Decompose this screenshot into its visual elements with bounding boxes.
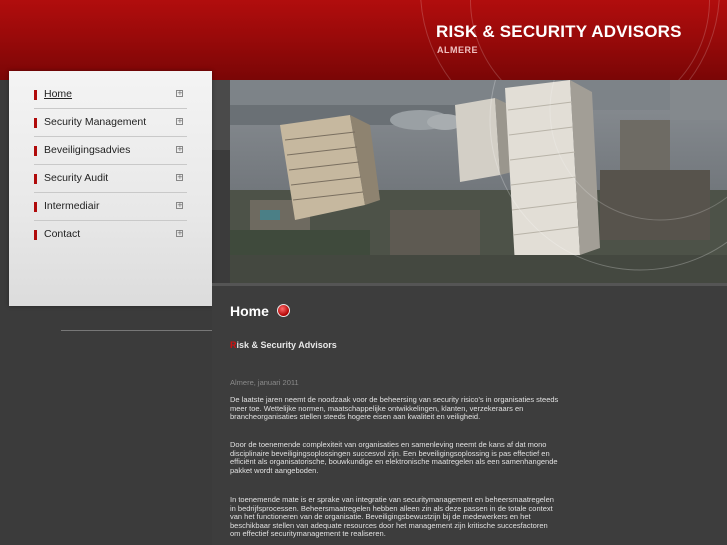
nav-item-label[interactable]: Security Management (44, 116, 146, 128)
site-subtitle: ALMERE (437, 45, 478, 55)
subtitle-rest: isk & Security Advisors (236, 340, 337, 350)
main-navigation: Home + Security Management + Beveiliging… (9, 71, 212, 306)
paragraph-complexity: Door de toenemende complexiteit van orga… (230, 440, 558, 475)
publish-date: Almere, januari 2011 (230, 378, 299, 387)
left-divider (61, 330, 212, 331)
nav-item-beveiligingsadvies[interactable]: Beveiligingsadvies + (34, 137, 187, 165)
plus-box-icon: + (176, 89, 183, 97)
nav-item-security-management[interactable]: Security Management + (34, 109, 187, 137)
city-photo (230, 80, 727, 283)
nav-bullet-icon (34, 118, 37, 128)
red-dot-icon (277, 304, 290, 317)
nav-item-label[interactable]: Beveiligingsadvies (44, 144, 130, 156)
page-title: Home (230, 303, 269, 319)
left-column-strip (212, 80, 230, 150)
plus-box-icon: + (176, 173, 183, 181)
paragraph-integration: In toenemende mate is er sprake van inte… (230, 495, 554, 539)
nav-item-contact[interactable]: Contact + (34, 221, 187, 249)
content-divider (212, 283, 727, 286)
plus-box-icon: + (176, 201, 183, 209)
nav-item-security-audit[interactable]: Security Audit + (34, 165, 187, 193)
hero-image (230, 80, 727, 283)
site-title: RISK & SECURITY ADVISORS (436, 22, 682, 41)
plus-box-icon: + (176, 117, 183, 125)
nav-bullet-icon (34, 230, 37, 240)
nav-item-label[interactable]: Intermediair (44, 200, 99, 212)
nav-bullet-icon (34, 202, 37, 212)
nav-bullet-icon (34, 90, 37, 100)
plus-box-icon: + (176, 229, 183, 237)
nav-item-label[interactable]: Contact (44, 228, 80, 240)
site-header: RISK & SECURITY ADVISORS ALMERE (0, 0, 727, 80)
nav-bullet-icon (34, 146, 37, 156)
page-subtitle: Risk & Security Advisors (230, 340, 337, 350)
nav-bullet-icon (34, 174, 37, 184)
nav-item-home[interactable]: Home + (34, 81, 187, 109)
plus-box-icon: + (176, 145, 183, 153)
nav-item-label[interactable]: Security Audit (44, 172, 108, 184)
paragraph-intro: De laatste jaren neemt de noodzaak voor … (230, 395, 559, 422)
nav-item-intermediair[interactable]: Intermediair + (34, 193, 187, 221)
nav-item-label[interactable]: Home (44, 88, 72, 100)
